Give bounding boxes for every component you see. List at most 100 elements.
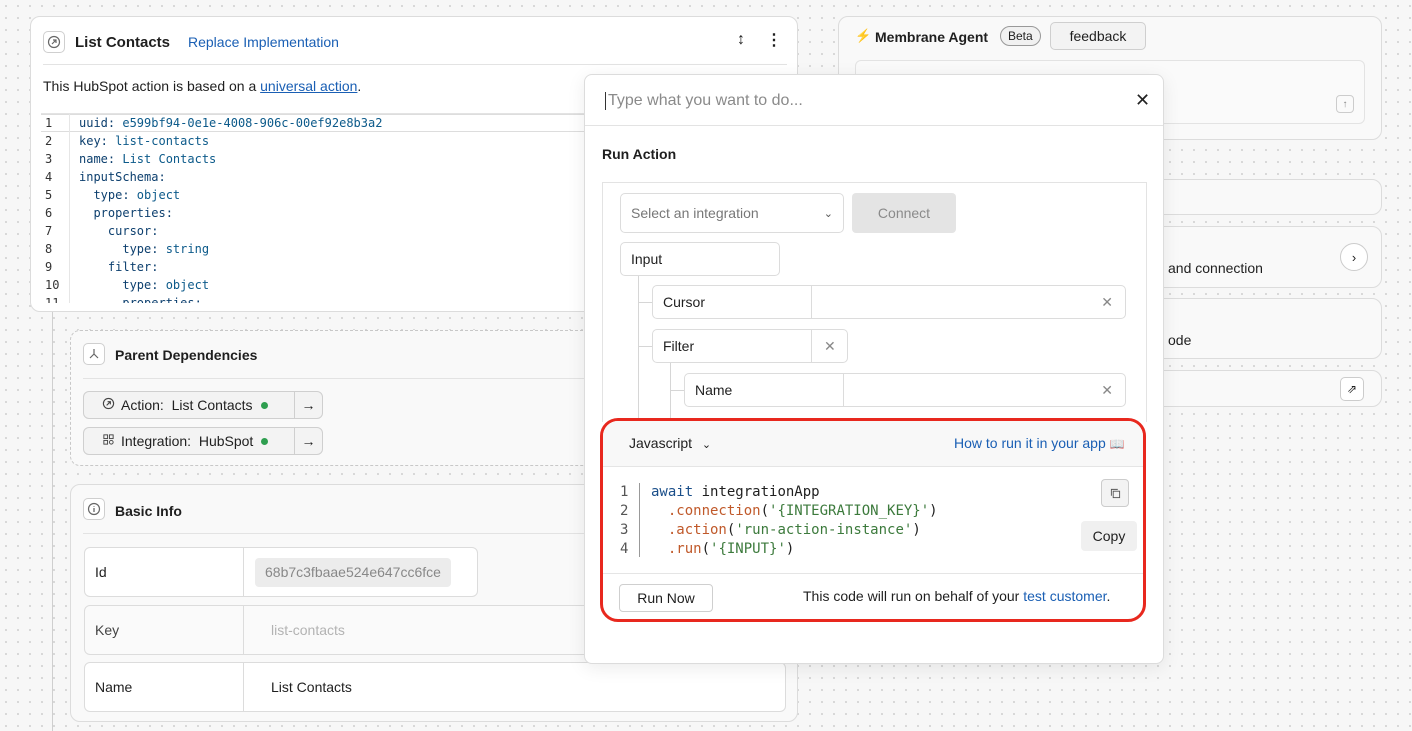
line-content: .connection('{INTEGRATION_KEY}') — [667, 503, 938, 519]
action-icon — [43, 31, 65, 53]
line-number: 5 — [45, 188, 53, 202]
run-action-form: Select an integration ⌄ Connect Input Cu… — [602, 182, 1147, 426]
cursor-input[interactable]: ✕ — [811, 285, 1126, 319]
integration-select[interactable]: Select an integration ⌄ — [620, 193, 844, 233]
close-icon[interactable]: ✕ — [1135, 90, 1150, 111]
replace-implementation-link[interactable]: Replace Implementation — [188, 34, 339, 50]
run-now-button[interactable]: Run Now — [619, 584, 713, 612]
status-dot — [260, 401, 268, 409]
input-node: Input — [620, 242, 780, 276]
id-row: Id 68b7c3fbaae524e647cc6fce — [84, 547, 478, 597]
language-select[interactable]: Javascript ⌄ — [629, 435, 711, 451]
line-content: filter: — [107, 260, 159, 274]
chevron-down-icon: ⌄ — [823, 207, 833, 220]
filter-label: Filter — [663, 338, 695, 354]
integration-dep-icon — [102, 433, 115, 449]
filter-clear-cell[interactable]: ✕ — [811, 329, 848, 363]
agent-title: Membrane Agent — [875, 29, 989, 45]
line-number: 3 — [620, 522, 629, 538]
snippet-line: 4 .run('{INPUT}') — [603, 540, 1073, 559]
input-node-label: Input — [631, 251, 663, 267]
action-dependency-pill[interactable]: Action: List Contacts → — [83, 391, 323, 419]
snippet-line: 1 await integrationApp — [603, 483, 1073, 502]
snippet-line: 3 .action('run-action-instance') — [603, 521, 1073, 540]
book-icon: 📖 — [1109, 437, 1125, 451]
clear-icon[interactable]: ✕ — [824, 338, 836, 355]
line-number: 11 — [45, 296, 60, 303]
id-value: 68b7c3fbaae524e647cc6fce — [255, 558, 451, 587]
copy-button[interactable] — [1101, 479, 1129, 507]
snippet-footer: Run Now This code will run on behalf of … — [603, 573, 1143, 619]
action-description: This HubSpot action is based on a univer… — [43, 78, 361, 94]
line-content: await integrationApp — [651, 484, 820, 500]
line-number: 3 — [45, 152, 53, 166]
snippet-code-area[interactable]: 1 await integrationApp 2 .connection('{INT… — [603, 467, 1143, 573]
action-dep-label: Action: — [121, 397, 164, 413]
footer-text: This code will run on behalf of your — [803, 588, 1024, 604]
description-suffix: . — [357, 78, 362, 94]
tree-line — [670, 390, 684, 391]
connect-button[interactable]: Connect — [852, 193, 956, 233]
line-content: uuid: e599bf94-0e1e-4008-906c-00ef92e8b3… — [79, 116, 383, 130]
more-menu-icon[interactable]: ⋮ — [766, 30, 782, 50]
name-label-cell: Name — [684, 373, 844, 407]
line-content: properties: — [93, 206, 173, 220]
copy-icon — [1110, 488, 1120, 498]
name-input[interactable]: List Contacts — [271, 663, 352, 711]
integration-dependency-pill[interactable]: Integration: HubSpot → — [83, 427, 323, 455]
line-number: 10 — [45, 278, 60, 292]
parent-dependencies-title: Parent Dependencies — [115, 347, 258, 363]
line-content: type: object — [93, 188, 181, 202]
arrow-right-icon[interactable]: → — [294, 428, 322, 454]
clear-icon[interactable]: ✕ — [1101, 382, 1113, 399]
name-field-label: Name — [695, 382, 733, 398]
how-to-run-link[interactable]: How to run it in your app 📖 — [954, 435, 1125, 451]
line-content: type: object — [122, 278, 210, 292]
line-content: inputSchema: — [79, 170, 166, 184]
header-divider — [43, 64, 787, 65]
tree-line — [670, 363, 671, 423]
info-icon — [83, 498, 105, 520]
name-label: Name — [95, 679, 133, 695]
integration-select-value: Select an integration — [631, 205, 759, 221]
snippet-header: Javascript ⌄ How to run it in your app 📖 — [603, 421, 1143, 467]
footer-note: This code will run on behalf of your tes… — [803, 588, 1110, 604]
line-number: 1 — [45, 116, 53, 130]
command-search-input[interactable]: Type what you want to do... — [605, 92, 803, 110]
universal-action-link[interactable]: universal action — [260, 78, 357, 94]
feedback-button[interactable]: feedback — [1050, 22, 1146, 50]
test-customer-link[interactable]: test customer — [1023, 588, 1106, 604]
filter-label-cell: Filter — [652, 329, 812, 363]
line-number: 8 — [45, 242, 53, 256]
name-row: Name List Contacts — [84, 662, 786, 712]
id-label: Id — [95, 564, 107, 580]
key-input[interactable]: list-contacts — [271, 606, 345, 654]
external-link-icon[interactable]: ⇗ — [1340, 377, 1364, 401]
language-label: Javascript — [629, 435, 693, 451]
arrow-right-icon[interactable]: → — [294, 392, 322, 418]
line-content: properties: — [122, 296, 202, 303]
run-action-title: Run Action — [602, 146, 677, 162]
tree-line — [638, 302, 652, 303]
integration-dep-value: HubSpot — [198, 433, 254, 449]
line-number: 4 — [620, 541, 629, 557]
basic-info-title: Basic Info — [115, 503, 182, 519]
row-separator — [243, 606, 244, 654]
chevron-down-icon: ⌄ — [701, 439, 712, 451]
line-content: key: list-contacts — [79, 134, 210, 148]
resize-icon[interactable]: ↕ — [737, 31, 745, 49]
chevron-right-icon[interactable]: › — [1340, 243, 1368, 271]
line-content: cursor: — [107, 224, 159, 238]
beta-badge: Beta — [1000, 26, 1041, 46]
how-to-run-label: How to run it in your app — [954, 435, 1106, 451]
footer-suffix: . — [1106, 588, 1111, 604]
partial-text-1: and connection — [1168, 260, 1263, 276]
name-filter-input[interactable]: ✕ — [843, 373, 1126, 407]
clear-icon[interactable]: ✕ — [1101, 294, 1113, 311]
status-dot — [261, 437, 269, 445]
line-number: 2 — [620, 503, 629, 519]
dependency-icon — [83, 343, 105, 365]
integration-dep-label: Integration: — [121, 433, 192, 449]
send-arrow-icon[interactable]: ↑ — [1336, 95, 1354, 113]
cursor-label: Cursor — [663, 294, 706, 310]
